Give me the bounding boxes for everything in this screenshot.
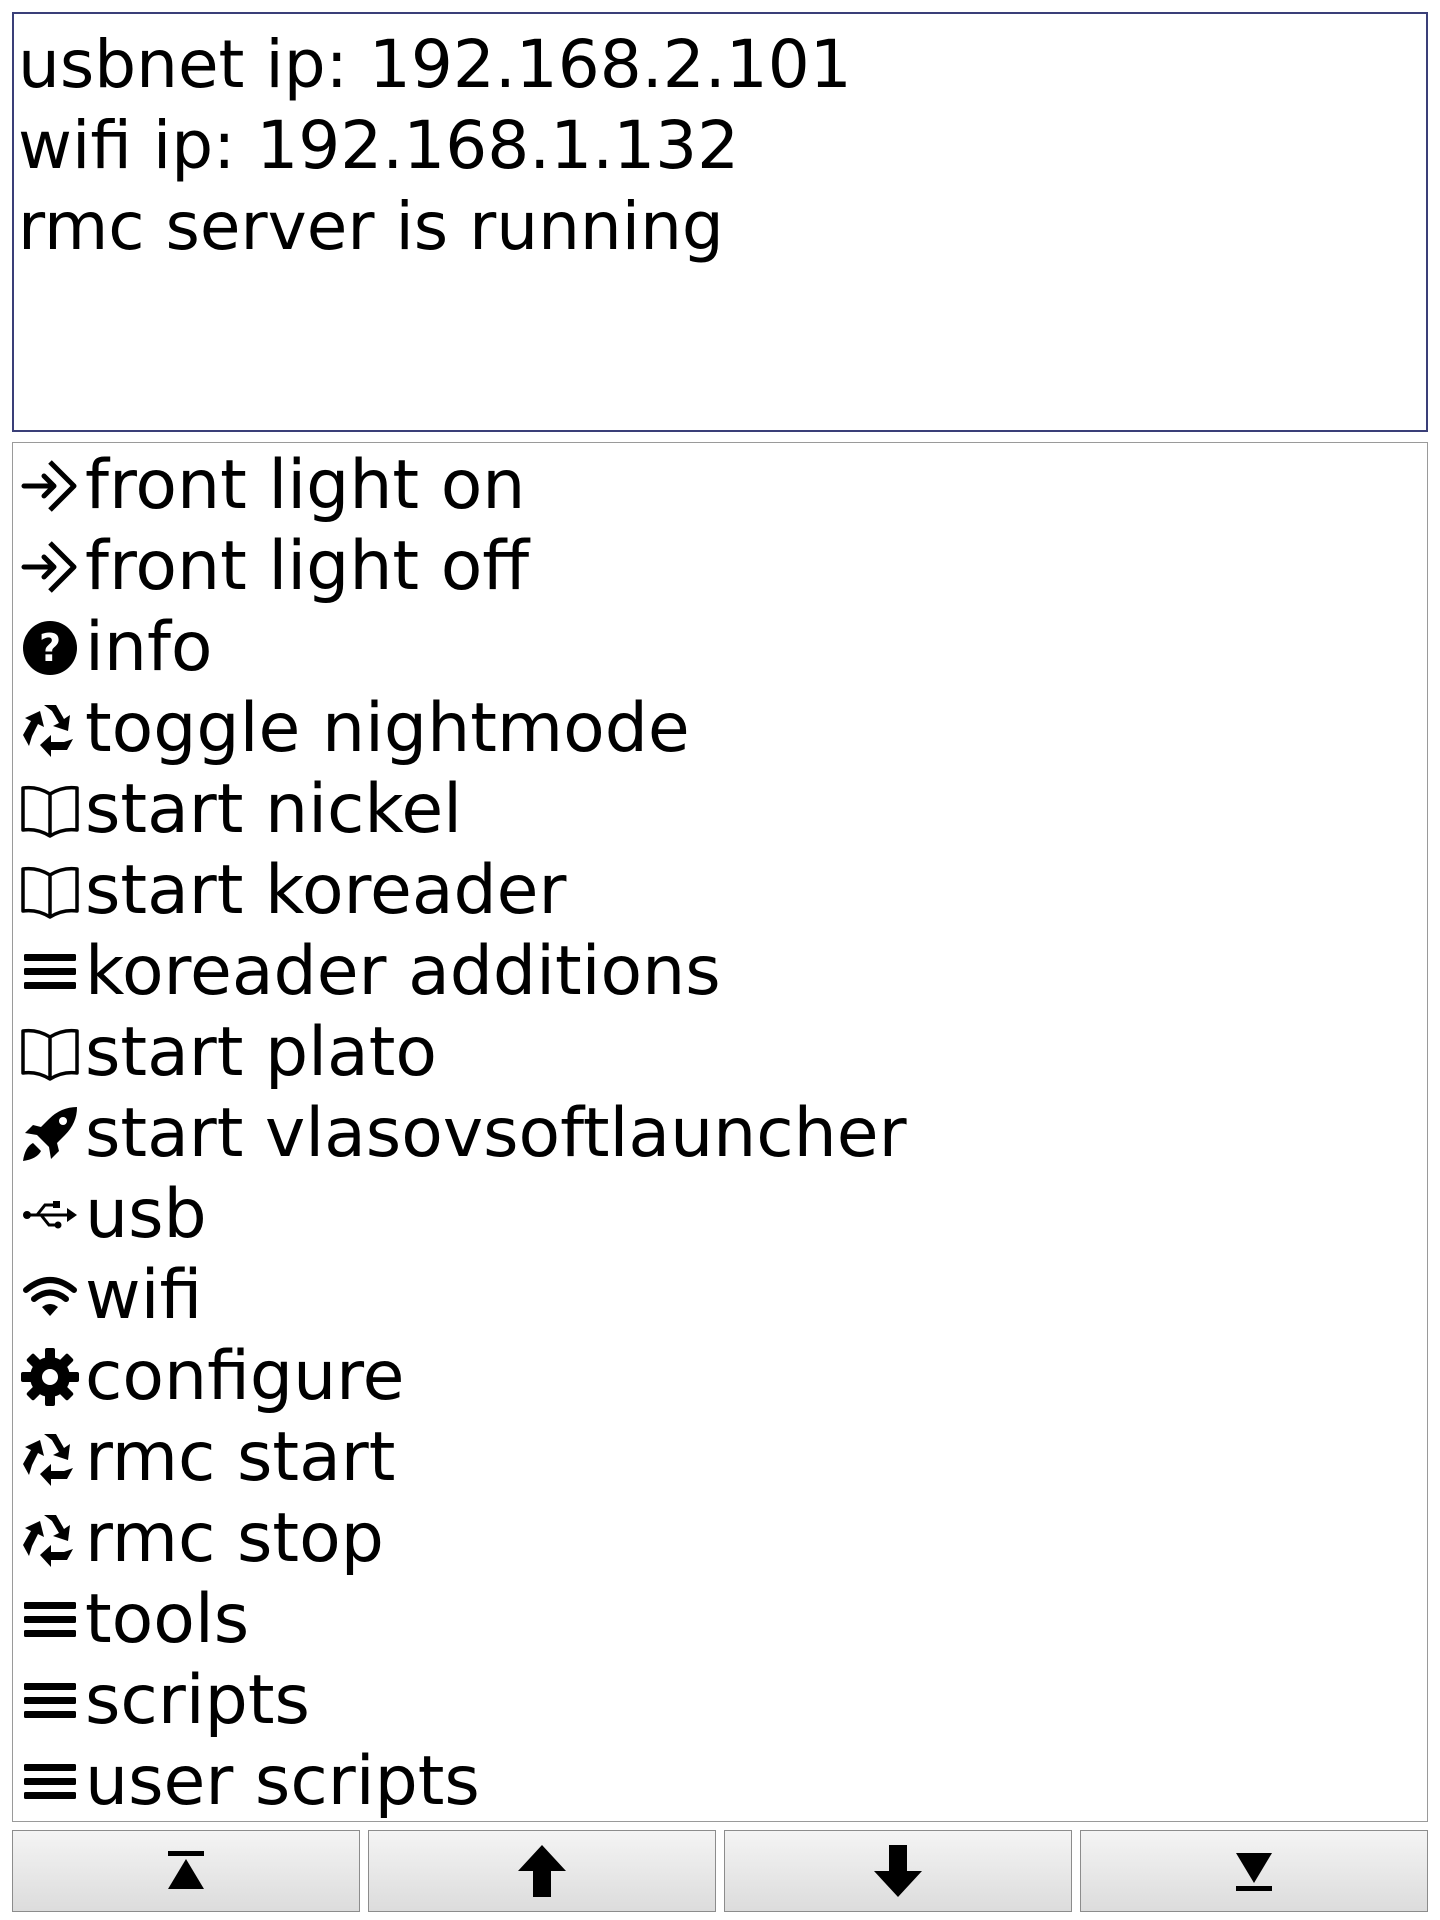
list-icon (15, 1660, 85, 1741)
menu-item-rmc-stop[interactable]: rmc stop (13, 1498, 1427, 1579)
menu-item-scripts[interactable]: scripts (13, 1660, 1427, 1741)
first-page-button[interactable] (12, 1830, 360, 1912)
menu-item-label: rmc stop (85, 1499, 384, 1578)
menu-item-label: toggle nightmode (85, 689, 690, 768)
open-book-icon (15, 1012, 85, 1093)
menu-item-label: user scripts (85, 1742, 480, 1821)
menu-item-label: front light off (85, 527, 530, 606)
menu-item-start-vlasovsoftlauncher[interactable]: start vlasovsoftlauncher (13, 1093, 1427, 1174)
last-page-button[interactable] (1080, 1830, 1428, 1912)
open-book-icon (15, 850, 85, 931)
list-icon (15, 931, 85, 1012)
menu-item-label: koreader additions (85, 932, 721, 1011)
usb-icon (15, 1174, 85, 1255)
menu-item-tools[interactable]: tools (13, 1579, 1427, 1660)
menu-item-label: start plato (85, 1013, 437, 1092)
menu-item-koreader-additions[interactable]: koreader additions (13, 931, 1427, 1012)
menu-item-label: wifi (85, 1256, 203, 1335)
menu-item-label: info (85, 608, 213, 687)
arrow-to-top-icon (164, 1849, 208, 1893)
menu-item-label: front light on (85, 446, 526, 525)
arrow-down-icon (872, 1843, 924, 1899)
gear-icon (15, 1336, 85, 1417)
arrow-to-bottom-icon (1232, 1849, 1276, 1893)
menu-item-label: configure (85, 1337, 405, 1416)
question-circle-icon: ? (15, 607, 85, 688)
recycle-icon (15, 1417, 85, 1498)
menu-item-start-koreader[interactable]: start koreader (13, 850, 1427, 931)
menu-item-label: scripts (85, 1661, 310, 1740)
menu-item-label: start vlasovsoftlauncher (85, 1094, 907, 1173)
wifi-ip-text: wifi ip: 192.168.1.132 (18, 107, 740, 184)
usbnet-ip-text: usbnet ip: 192.168.2.101 (18, 26, 852, 103)
menu-item-wifi[interactable]: wifi (13, 1255, 1427, 1336)
rocket-icon (15, 1093, 85, 1174)
list-icon (15, 1741, 85, 1822)
enter-arrow-icon (15, 445, 85, 526)
menu-item-info[interactable]: ? info (13, 607, 1427, 688)
menu-item-label: tools (85, 1580, 250, 1659)
menu-item-label: start koreader (85, 851, 567, 930)
menu-item-front-light-off[interactable]: front light off (13, 526, 1427, 607)
wifi-icon (15, 1255, 85, 1336)
list-icon (15, 1579, 85, 1660)
menu-item-rmc-start[interactable]: rmc start (13, 1417, 1427, 1498)
open-book-icon (15, 769, 85, 850)
menu-item-start-plato[interactable]: start plato (13, 1012, 1427, 1093)
menu-item-label: rmc start (85, 1418, 396, 1497)
menu-item-label: usb (85, 1175, 207, 1254)
menu-item-user-scripts[interactable]: user scripts (13, 1741, 1427, 1822)
status-panel: usbnet ip: 192.168.2.101 wifi ip: 192.16… (12, 12, 1428, 432)
menu-item-start-nickel[interactable]: start nickel (13, 769, 1427, 850)
menu-list: front light on front light off? info toggle… (12, 442, 1428, 1822)
enter-arrow-icon (15, 526, 85, 607)
recycle-icon (15, 688, 85, 769)
menu-item-usb[interactable]: usb (13, 1174, 1427, 1255)
svg-text:?: ? (39, 626, 61, 670)
navigation-bar (12, 1830, 1428, 1912)
rmc-status-text: rmc server is running (18, 188, 724, 265)
menu-item-toggle-nightmode[interactable]: toggle nightmode (13, 688, 1427, 769)
page-down-button[interactable] (724, 1830, 1072, 1912)
menu-item-label: start nickel (85, 770, 463, 849)
recycle-icon (15, 1498, 85, 1579)
menu-item-front-light-on[interactable]: front light on (13, 445, 1427, 526)
arrow-up-icon (516, 1843, 568, 1899)
page-up-button[interactable] (368, 1830, 716, 1912)
menu-item-configure[interactable]: configure (13, 1336, 1427, 1417)
